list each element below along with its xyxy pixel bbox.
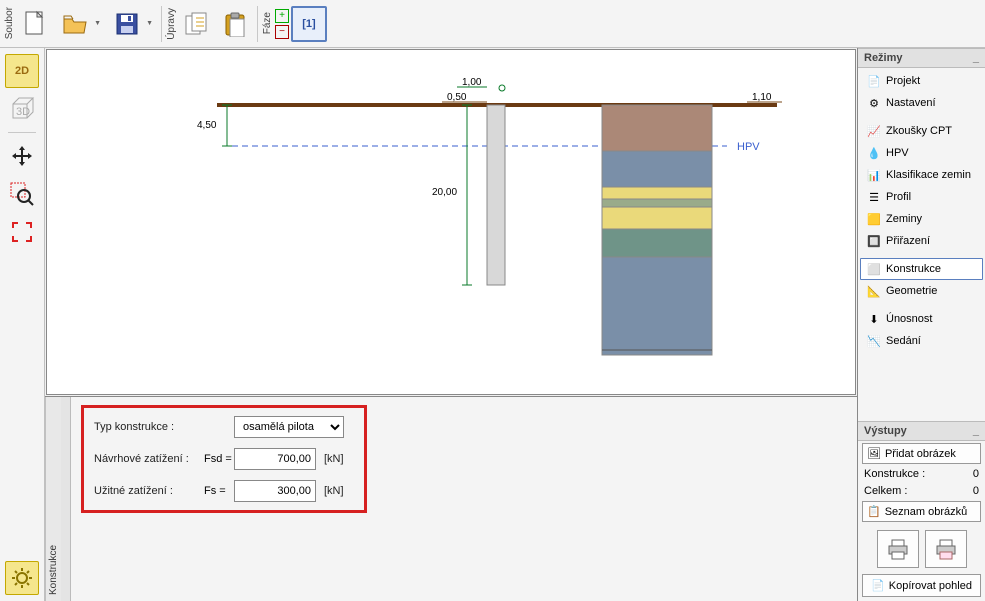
tree-hpv[interactable]: 💧HPV [860, 142, 983, 164]
total-count-label: Celkem : [864, 485, 907, 497]
svg-text:3D: 3D [16, 106, 30, 118]
menu-upravy-label: Úpravy [166, 6, 177, 42]
outputs-collapse-icon[interactable]: _ [973, 425, 979, 437]
top-toolbar: Soubor Úpravy Fáze +− [1] [0, 0, 985, 48]
assign-icon: 🔲 [867, 234, 881, 248]
use-load-unit: [kN] [324, 485, 354, 497]
profile-icon: ☰ [867, 190, 881, 204]
tree-zeminy[interactable]: 🟨Zeminy [860, 208, 983, 230]
modes-title: Režimy [864, 52, 903, 64]
construction-form: Typ konstrukce : osamělá pilota Návrhové… [81, 405, 367, 513]
menu-faze-label: Fáze [262, 10, 273, 36]
menu-soubor-label: Soubor [4, 5, 15, 41]
copy-icon: 📄 [871, 579, 885, 592]
phase-add-remove[interactable]: +− [275, 9, 289, 39]
tree-unosnost[interactable]: ⬇Únosnost [860, 308, 983, 330]
print-button-2[interactable] [925, 530, 967, 568]
geometry-icon: 📐 [867, 284, 881, 298]
design-load-symbol: Fsd = [204, 453, 234, 465]
tree-nastaveni[interactable]: ⚙Nastavení [860, 92, 983, 114]
soil-icon: 🟨 [867, 212, 881, 226]
open-file-button[interactable] [55, 6, 105, 42]
design-load-unit: [kN] [324, 453, 354, 465]
hpv-label: HPV [737, 141, 760, 153]
settlement-icon: 📉 [867, 334, 881, 348]
add-picture-icon: 🖼 [867, 447, 881, 460]
tree-cpt[interactable]: 📈Zkoušky CPT [860, 120, 983, 142]
view-2d-button[interactable]: 2D [5, 54, 39, 88]
design-load-input[interactable] [234, 448, 316, 470]
phase-add-icon: + [275, 9, 289, 23]
drawing-canvas[interactable]: HPV 4,50 1,00 0,50 1,10 [46, 49, 856, 395]
konstrukce-count-label: Konstrukce : [864, 468, 925, 480]
tree-klasifikace[interactable]: 📊Klasifikace zemin [860, 164, 983, 186]
paste-button[interactable] [217, 6, 253, 42]
tree-konstrukce[interactable]: ⬜Konstrukce [860, 258, 983, 280]
modes-collapse-icon[interactable]: _ [973, 52, 979, 64]
tree-geometrie[interactable]: 📐Geometrie [860, 280, 983, 302]
water-icon: 💧 [867, 146, 881, 160]
phase-button-1[interactable]: [1] [291, 6, 327, 42]
view-3d-button[interactable]: 3D [5, 92, 39, 126]
copy-view-button[interactable]: 📄Kopírovat pohled [862, 574, 981, 597]
bottom-form-panel: Konstrukce Typ konstrukce : osamělá pilo… [45, 396, 857, 601]
picture-list-button[interactable]: 📋Seznam obrázků [862, 501, 981, 522]
total-count: 0 [973, 485, 979, 497]
use-load-input[interactable] [234, 480, 316, 502]
document-icon: 📄 [867, 74, 881, 88]
svg-text:0,50: 0,50 [447, 92, 467, 103]
save-file-button[interactable] [107, 6, 157, 42]
new-file-button[interactable] [17, 6, 53, 42]
svg-text:4,50: 4,50 [197, 120, 217, 131]
design-load-label: Návrhové zatížení : [94, 453, 204, 465]
type-select[interactable]: osamělá pilota [234, 416, 344, 438]
phase-remove-icon: − [275, 25, 289, 39]
svg-text:20,00: 20,00 [432, 187, 457, 198]
construction-icon: ⬜ [867, 262, 881, 276]
panel-tab-label: Konstrukce [45, 397, 61, 601]
tree-profil[interactable]: ☰Profil [860, 186, 983, 208]
tree-projekt[interactable]: 📄Projekt [860, 70, 983, 92]
settings-gear-button[interactable] [5, 561, 39, 595]
outputs-title: Výstupy [864, 425, 907, 437]
type-label: Typ konstrukce : [94, 421, 204, 433]
fit-view-button[interactable] [5, 215, 39, 249]
zoom-tool-button[interactable] [5, 177, 39, 211]
print-button-1[interactable] [877, 530, 919, 568]
cpt-icon: 📈 [867, 124, 881, 138]
gear-icon: ⚙ [867, 96, 881, 110]
use-load-label: Užitné zatížení : [94, 485, 204, 497]
svg-text:1,00: 1,00 [462, 77, 482, 88]
svg-text:1,10: 1,10 [752, 92, 772, 103]
copy-button[interactable] [179, 6, 215, 42]
modes-tree: 📄Projekt ⚙Nastavení 📈Zkoušky CPT 💧HPV 📊K… [858, 68, 985, 354]
tree-sedani[interactable]: 📉Sedání [860, 330, 983, 352]
capacity-icon: ⬇ [867, 312, 881, 326]
view-sidebar: 2D 3D [0, 48, 45, 601]
add-picture-button[interactable]: 🖼Přidat obrázek [862, 443, 981, 464]
list-icon: 📋 [867, 505, 881, 518]
classify-icon: 📊 [867, 168, 881, 182]
move-tool-button[interactable] [5, 139, 39, 173]
konstrukce-count: 0 [973, 468, 979, 480]
use-load-symbol: Fs = [204, 485, 234, 497]
right-panel: Režimy _ 📄Projekt ⚙Nastavení 📈Zkoušky CPT… [857, 48, 985, 601]
tree-prirazeni[interactable]: 🔲Přiřazení [860, 230, 983, 252]
